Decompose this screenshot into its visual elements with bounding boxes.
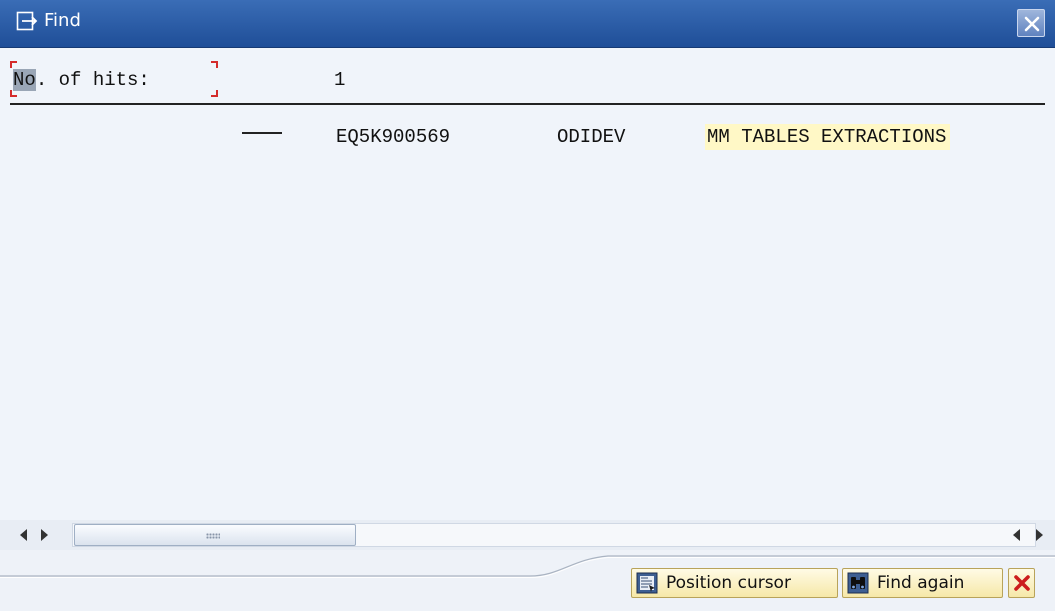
scroll-thumb[interactable] bbox=[74, 524, 356, 546]
horizontal-scrollbar bbox=[0, 520, 1055, 550]
hits-label: No. of hits: bbox=[13, 69, 150, 91]
cancel-icon bbox=[1013, 575, 1030, 591]
close-icon bbox=[1024, 16, 1040, 32]
text-cursor-selection: No bbox=[13, 69, 36, 91]
transport-number: EQ5K900569 bbox=[336, 126, 451, 148]
close-button[interactable] bbox=[1017, 9, 1045, 37]
hits-count: 1 bbox=[334, 69, 346, 91]
grip-icon bbox=[206, 533, 220, 539]
transport-owner: ODIDEV bbox=[557, 126, 626, 148]
find-again-button[interactable]: Find again bbox=[842, 568, 1003, 598]
arrow-right-icon[interactable] bbox=[41, 529, 48, 541]
title-bar: Find bbox=[0, 0, 1055, 48]
find-window-icon bbox=[16, 11, 38, 33]
results-panel: No. of hits: 1 EQ5K900569 ODIDEV MM TABL… bbox=[0, 48, 1055, 520]
position-cursor-button[interactable]: Position cursor bbox=[631, 568, 838, 598]
row-marker bbox=[242, 132, 282, 134]
position-cursor-label: Position cursor bbox=[666, 573, 791, 593]
find-again-label: Find again bbox=[877, 573, 965, 593]
position-cursor-icon bbox=[636, 572, 658, 594]
binoculars-icon bbox=[847, 572, 869, 594]
hits-label-text: . of hits: bbox=[35, 69, 150, 91]
transport-description: MM TABLES EXTRACTIONS bbox=[705, 124, 951, 150]
arrow-left-icon[interactable] bbox=[1013, 529, 1020, 541]
header-divider bbox=[10, 103, 1045, 105]
arrow-right-icon[interactable] bbox=[1036, 529, 1043, 541]
result-row[interactable]: EQ5K900569 ODIDEV MM TABLES EXTRACTIONS bbox=[0, 120, 1055, 150]
window-title: Find bbox=[44, 10, 81, 31]
cancel-button[interactable] bbox=[1008, 568, 1035, 598]
arrow-left-icon[interactable] bbox=[20, 529, 27, 541]
